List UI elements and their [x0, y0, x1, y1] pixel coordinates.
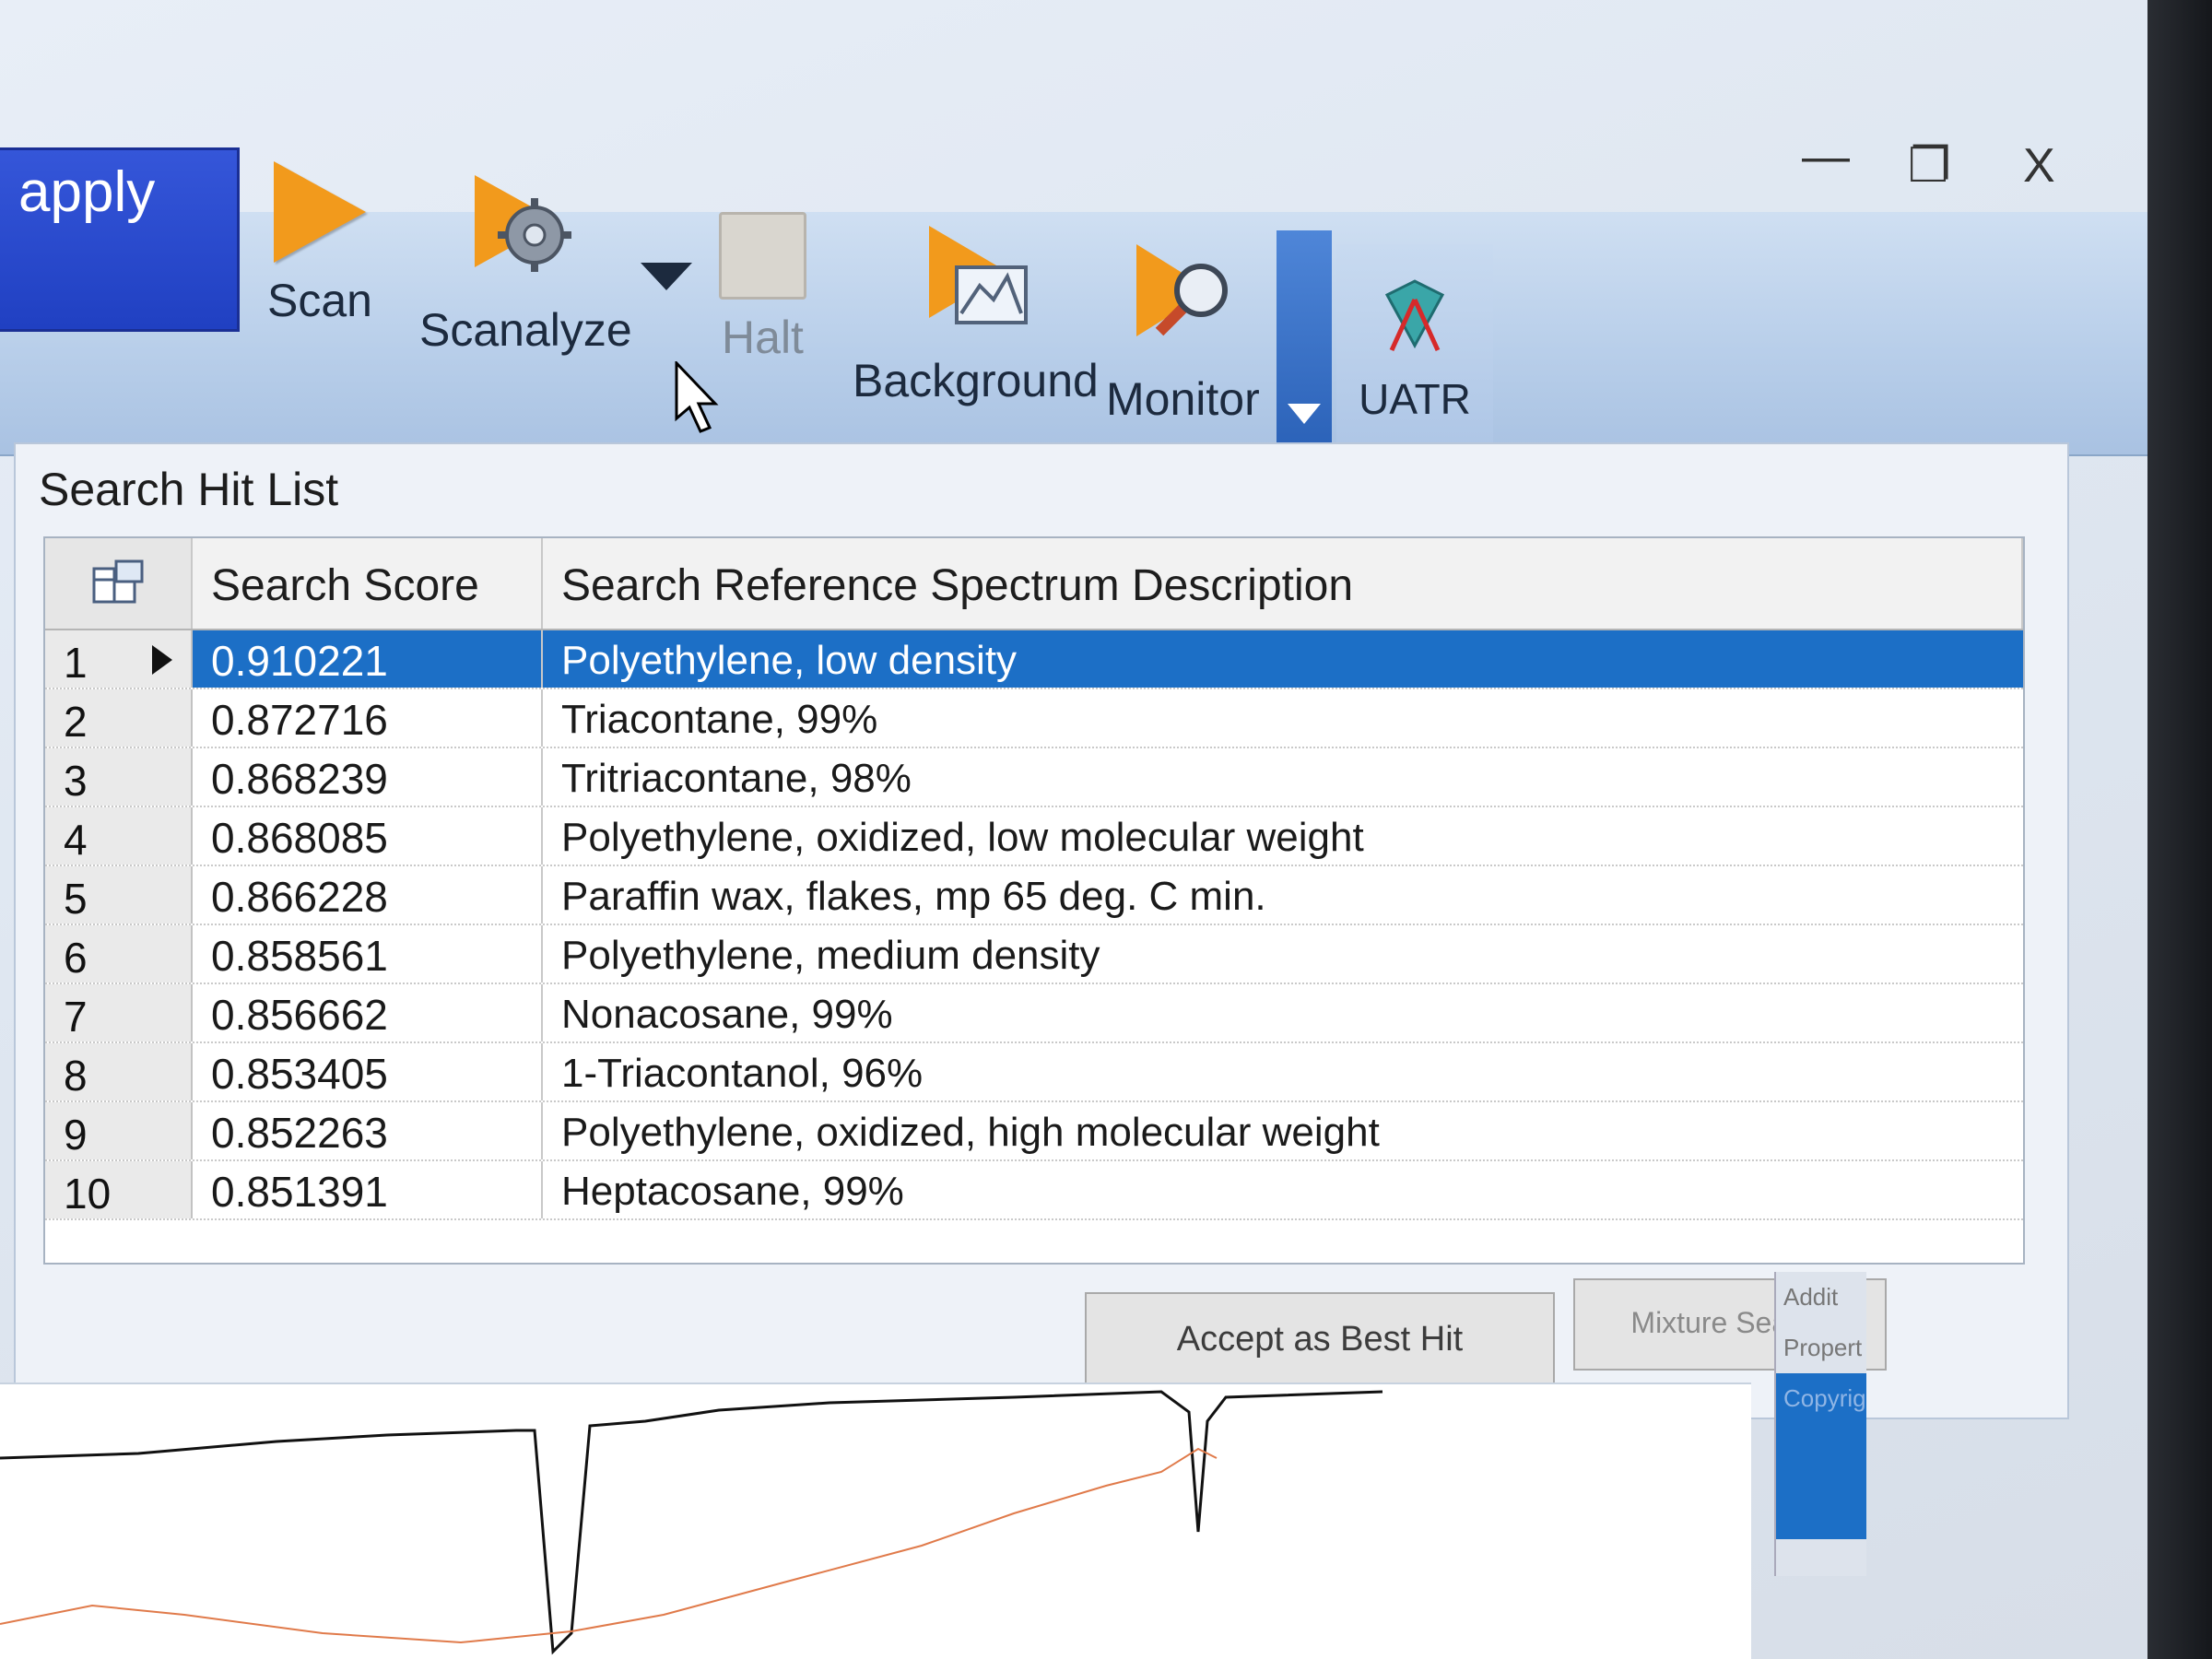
- search-score-cell[interactable]: 0.851391: [193, 1161, 543, 1218]
- table-row[interactable]: 2 0.872716 Triacontane, 99%: [45, 689, 2023, 748]
- search-hit-list-panel: Search Hit List Search Score Search Refe…: [14, 442, 2069, 1419]
- table-header: Search Score Search Reference Spectrum D…: [45, 538, 2023, 630]
- table-row[interactable]: 7 0.856662 Nonacosane, 99%: [45, 984, 2023, 1043]
- scan-button[interactable]: Scan: [267, 161, 372, 327]
- minimize-button[interactable]: —: [1802, 129, 1850, 184]
- application-window: — ❐ X apply Scan Scanalyze Halt Backgrou: [0, 0, 2147, 1659]
- row-number[interactable]: 4: [45, 807, 193, 865]
- table-row[interactable]: 10 0.851391 Heptacosane, 99%: [45, 1161, 2023, 1220]
- uatr-button[interactable]: UATR: [1336, 244, 1493, 447]
- background-label: Background: [853, 355, 1099, 406]
- description-cell[interactable]: Heptacosane, 99%: [543, 1161, 2023, 1218]
- column-chooser-icon[interactable]: [45, 538, 193, 629]
- description-cell[interactable]: Polyethylene, medium density: [543, 925, 2023, 982]
- description-cell[interactable]: 1-Triacontanol, 96%: [543, 1043, 2023, 1100]
- table-row[interactable]: 5 0.866228 Paraffin wax, flakes, mp 65 deg…: [45, 866, 2023, 925]
- monitor-magnifier-icon: [1136, 244, 1229, 336]
- apply-button[interactable]: apply: [0, 147, 240, 332]
- side-item-properties[interactable]: Propert: [1776, 1323, 1866, 1373]
- current-row-pointer-icon: [152, 645, 172, 675]
- column-header-description[interactable]: Search Reference Spectrum Description: [543, 538, 2023, 629]
- table-row[interactable]: 1 0.910221 Polyethylene, low density: [45, 630, 2023, 689]
- scan-label: Scan: [267, 275, 372, 326]
- table-row[interactable]: 3 0.868239 Tritriacontane, 98%: [45, 748, 2023, 807]
- background-button[interactable]: Background: [853, 221, 1099, 407]
- search-score-cell[interactable]: 0.858561: [193, 925, 543, 982]
- uatr-label: UATR: [1359, 375, 1471, 423]
- description-cell[interactable]: Triacontane, 99%: [543, 689, 2023, 747]
- play-icon: [273, 161, 366, 263]
- row-number[interactable]: 9: [45, 1102, 193, 1159]
- search-score-cell[interactable]: 0.852263: [193, 1102, 543, 1159]
- table-row[interactable]: 6 0.858561 Polyethylene, medium density: [45, 925, 2023, 984]
- scanalyze-label: Scanalyze: [419, 304, 632, 356]
- sample-spectrum-trace: [0, 1447, 1218, 1644]
- uatr-crystal-icon: [1384, 279, 1445, 352]
- monitor-label: Monitor: [1106, 373, 1260, 425]
- description-cell[interactable]: Polyethylene, low density: [543, 630, 2023, 688]
- row-number[interactable]: 6: [45, 925, 193, 982]
- description-cell[interactable]: Nonacosane, 99%: [543, 984, 2023, 1041]
- description-cell[interactable]: Polyethylene, oxidized, high molecular w…: [543, 1102, 2023, 1159]
- spectrum-view: [0, 1382, 1751, 1659]
- search-score-cell[interactable]: 0.868239: [193, 748, 543, 806]
- row-number[interactable]: 10: [45, 1161, 193, 1218]
- scanalyze-button[interactable]: Scanalyze: [419, 171, 632, 357]
- row-number[interactable]: 8: [45, 1043, 193, 1100]
- spectrum-plot: [0, 1390, 1383, 1655]
- table-body: 1 0.910221 Polyethylene, low density 2 0.872…: [45, 630, 2023, 1220]
- side-item-copyright[interactable]: Copyrig: [1776, 1373, 1866, 1539]
- row-number[interactable]: 5: [45, 866, 193, 924]
- search-score-cell[interactable]: 0.910221: [193, 630, 543, 688]
- halt-button[interactable]: Halt: [719, 212, 806, 364]
- description-cell[interactable]: Polyethylene, oxidized, low molecular we…: [543, 807, 2023, 865]
- table-row[interactable]: 8 0.853405 1-Triacontanol, 96%: [45, 1043, 2023, 1102]
- stop-icon: [719, 212, 806, 300]
- monitor-button[interactable]: Monitor: [1106, 240, 1260, 426]
- row-number[interactable]: 2: [45, 689, 193, 747]
- side-info-panel: Addit Propert Copyrig: [1774, 1272, 1866, 1576]
- column-header-search-score[interactable]: Search Score: [193, 538, 543, 629]
- description-cell[interactable]: Tritriacontane, 98%: [543, 748, 2023, 806]
- monitor-bezel: [2147, 0, 2212, 1659]
- search-score-cell[interactable]: 0.868085: [193, 807, 543, 865]
- table-row[interactable]: 9 0.852263 Polyethylene, oxidized, high mo…: [45, 1102, 2023, 1161]
- table-row[interactable]: 4 0.868085 Polyethylene, oxidized, low mol…: [45, 807, 2023, 866]
- search-score-cell[interactable]: 0.853405: [193, 1043, 543, 1100]
- search-score-cell[interactable]: 0.872716: [193, 689, 543, 747]
- hit-list-table: Search Score Search Reference Spectrum D…: [43, 536, 2025, 1265]
- scanalyze-gear-icon: [475, 175, 572, 272]
- row-number[interactable]: 7: [45, 984, 193, 1041]
- row-number[interactable]: 3: [45, 748, 193, 806]
- mouse-pointer-icon: [675, 361, 719, 433]
- background-spectrum-icon: [929, 226, 1029, 324]
- chevron-down-icon: [1288, 404, 1321, 424]
- description-cell[interactable]: Paraffin wax, flakes, mp 65 deg. C min.: [543, 866, 2023, 924]
- reference-spectrum-trace: [0, 1390, 1383, 1655]
- side-item-additional[interactable]: Addit: [1776, 1272, 1866, 1323]
- search-score-cell[interactable]: 0.866228: [193, 866, 543, 924]
- accept-best-hit-button[interactable]: Accept as Best Hit: [1085, 1292, 1555, 1384]
- close-button[interactable]: X: [2023, 138, 2055, 194]
- restore-button[interactable]: ❐: [1908, 138, 1951, 194]
- search-score-cell[interactable]: 0.856662: [193, 984, 543, 1041]
- halt-label: Halt: [722, 312, 804, 363]
- row-number[interactable]: 1: [45, 630, 193, 688]
- ribbon-expand-button[interactable]: [1277, 230, 1332, 442]
- scan-options-dropdown-icon[interactable]: [641, 263, 692, 290]
- panel-title: Search Hit List: [39, 464, 339, 515]
